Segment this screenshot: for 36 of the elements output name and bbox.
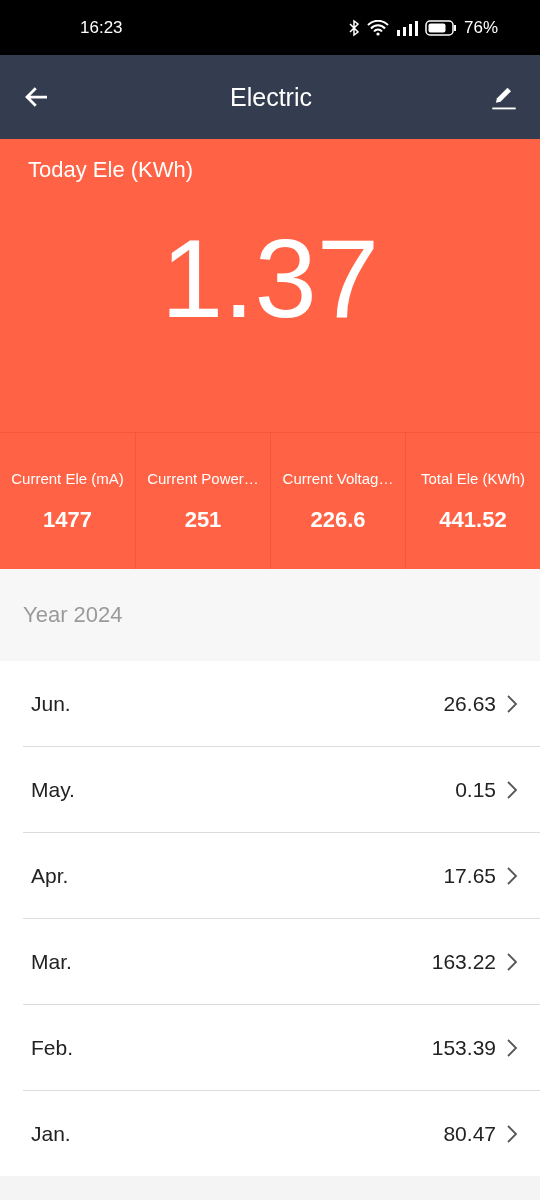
- chevron-right-icon[interactable]: [506, 865, 518, 886]
- month-name: May.: [31, 777, 76, 802]
- month-value: 17.65: [443, 863, 496, 888]
- page-title: Electric: [230, 82, 312, 112]
- month-value: 26.63: [443, 691, 496, 716]
- month-name: Mar.: [31, 949, 73, 974]
- chevron-right-icon[interactable]: [506, 693, 518, 714]
- today-label: Today Ele (KWh): [27, 156, 195, 183]
- bluetooth-icon: [347, 18, 360, 37]
- month-value: 0.15: [455, 777, 496, 802]
- month-name: Feb.: [31, 1035, 75, 1060]
- signal-icon: [395, 19, 418, 36]
- month-value: 80.47: [443, 1121, 496, 1146]
- chevron-right-icon[interactable]: [506, 1123, 518, 1144]
- stat-value: 251: [184, 506, 222, 533]
- chevron-right-icon[interactable]: [506, 1037, 518, 1058]
- stat-label: Current Ele (mA): [11, 469, 124, 487]
- year-label: Year 2024: [23, 602, 123, 628]
- wifi-icon: [366, 19, 389, 36]
- month-value: 153.39: [431, 1035, 496, 1060]
- today-value: 1.37: [160, 223, 380, 335]
- month-name: Jun.: [31, 691, 72, 716]
- battery-percent: 76%: [463, 17, 498, 38]
- status-time: 16:23: [80, 17, 124, 38]
- month-name: Jan.: [31, 1121, 72, 1146]
- stat-value: 226.6: [310, 506, 366, 533]
- stat-label: Current Voltag…: [282, 469, 394, 487]
- chevron-right-icon[interactable]: [506, 779, 518, 800]
- month-value: 163.22: [431, 949, 496, 974]
- battery-icon: [424, 19, 457, 36]
- stat-label: Total Ele (KWh): [420, 469, 526, 487]
- chevron-right-icon[interactable]: [506, 951, 518, 972]
- stat-label: Current Power…: [147, 469, 259, 487]
- month-name: Apr.: [31, 863, 70, 888]
- stat-value: 1477: [43, 506, 92, 533]
- stat-value: 441.52: [439, 506, 507, 533]
